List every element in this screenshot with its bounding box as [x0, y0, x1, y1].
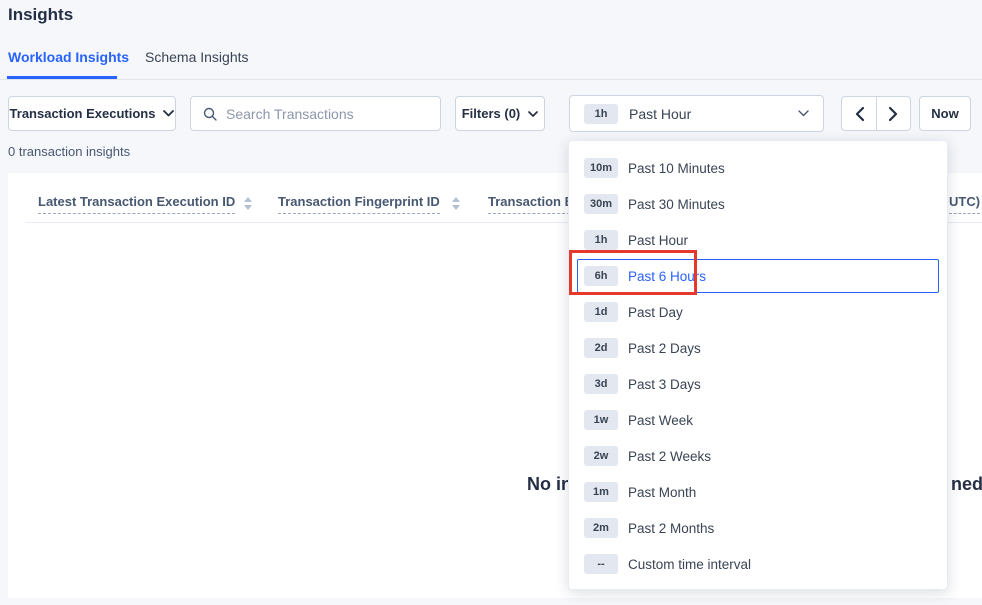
- time-interval-label: Past Hour: [629, 106, 691, 122]
- time-option-badge: 1h: [584, 230, 618, 250]
- time-option-badge: 6h: [584, 266, 618, 286]
- workload-type-select-label: Transaction Executions: [10, 106, 156, 121]
- workload-type-select[interactable]: Transaction Executions: [8, 96, 176, 131]
- time-interval-select[interactable]: 1h Past Hour: [569, 95, 824, 132]
- time-option-badge: 10m: [584, 158, 618, 178]
- caret-left-icon: [855, 107, 864, 121]
- header-divider: [0, 79, 982, 80]
- time-option-label: Past Week: [628, 413, 693, 428]
- time-interval-option[interactable]: 3d Past 3 Days: [569, 366, 947, 402]
- time-option-label: Past 6 Hours: [628, 269, 706, 284]
- time-option-label: Past Month: [628, 485, 696, 500]
- time-option-label: Past 2 Days: [628, 341, 701, 356]
- time-option-badge: 30m: [584, 194, 618, 214]
- time-option-label: Past Day: [628, 305, 683, 320]
- time-option-badge: 2m: [584, 518, 618, 538]
- time-option-badge: 1w: [584, 410, 618, 430]
- time-interval-option[interactable]: 2w Past 2 Weeks: [569, 438, 947, 474]
- time-option-label: Past 2 Months: [628, 521, 714, 536]
- time-option-label: Past 2 Weeks: [628, 449, 711, 464]
- time-nav-arrows: [841, 96, 911, 131]
- time-option-label: Custom time interval: [628, 557, 751, 572]
- time-interval-option[interactable]: 6h Past 6 Hours: [569, 258, 947, 294]
- time-option-badge: 2d: [584, 338, 618, 358]
- filters-button[interactable]: Filters (0): [455, 96, 545, 131]
- time-option-badge: 1d: [584, 302, 618, 322]
- time-option-label: Past 10 Minutes: [628, 161, 725, 176]
- time-interval-dropdown: 10m Past 10 Minutes 30m Past 30 Minutes …: [568, 140, 948, 590]
- column-header-transaction-execution-clipped[interactable]: Transaction Ex: [488, 194, 580, 214]
- column-header-utc-clipped[interactable]: UTC): [949, 194, 980, 214]
- empty-state-message-end: ned.: [951, 474, 982, 495]
- time-option-badge: 2w: [584, 446, 618, 466]
- time-interval-option[interactable]: -- Custom time interval: [569, 546, 947, 582]
- time-option-badge: 1m: [584, 482, 618, 502]
- time-interval-option[interactable]: 30m Past 30 Minutes: [569, 186, 947, 222]
- sort-icon[interactable]: [452, 197, 460, 210]
- insights-page: Insights Workload Insights Schema Insigh…: [0, 0, 982, 605]
- search-icon: [203, 107, 217, 121]
- time-interval-option[interactable]: 1d Past Day: [569, 294, 947, 330]
- time-option-label: Past Hour: [628, 233, 688, 248]
- empty-state-message-start: No in: [527, 474, 572, 495]
- search-field[interactable]: [190, 96, 441, 131]
- time-option-label: Past 3 Days: [628, 377, 701, 392]
- chevron-down-icon: [163, 110, 174, 117]
- sort-asc-icon: [244, 197, 252, 202]
- search-input[interactable]: [226, 106, 428, 122]
- page-title: Insights: [8, 5, 73, 25]
- time-interval-option[interactable]: 2m Past 2 Months: [569, 510, 947, 546]
- chevron-down-icon: [528, 111, 538, 117]
- time-interval-option[interactable]: 1w Past Week: [569, 402, 947, 438]
- time-option-badge: 3d: [584, 374, 618, 394]
- column-header-latest-transaction-execution-id[interactable]: Latest Transaction Execution ID: [38, 194, 235, 214]
- time-interval-option[interactable]: 1m Past Month: [569, 474, 947, 510]
- sort-icon[interactable]: [244, 197, 252, 210]
- tab-workload-insights[interactable]: Workload Insights: [8, 49, 129, 65]
- sort-desc-icon: [452, 205, 460, 210]
- time-interval-option[interactable]: 10m Past 10 Minutes: [569, 150, 947, 186]
- time-interval-badge: 1h: [584, 104, 618, 124]
- chevron-down-icon: [798, 110, 809, 117]
- now-button-label: Now: [931, 106, 958, 121]
- now-button[interactable]: Now: [919, 96, 971, 131]
- time-forward-button[interactable]: [876, 96, 911, 131]
- time-interval-option[interactable]: 2d Past 2 Days: [569, 330, 947, 366]
- column-header-transaction-fingerprint-id[interactable]: Transaction Fingerprint ID: [278, 194, 440, 214]
- time-interval-option[interactable]: 1h Past Hour: [569, 222, 947, 258]
- caret-right-icon: [889, 107, 898, 121]
- sort-asc-icon: [452, 197, 460, 202]
- time-option-label: Past 30 Minutes: [628, 197, 725, 212]
- filters-button-label: Filters (0): [462, 106, 521, 121]
- results-count: 0 transaction insights: [8, 144, 130, 159]
- tab-schema-insights[interactable]: Schema Insights: [145, 49, 249, 65]
- sort-desc-icon: [244, 205, 252, 210]
- time-option-badge: --: [584, 554, 618, 574]
- time-back-button[interactable]: [841, 96, 876, 131]
